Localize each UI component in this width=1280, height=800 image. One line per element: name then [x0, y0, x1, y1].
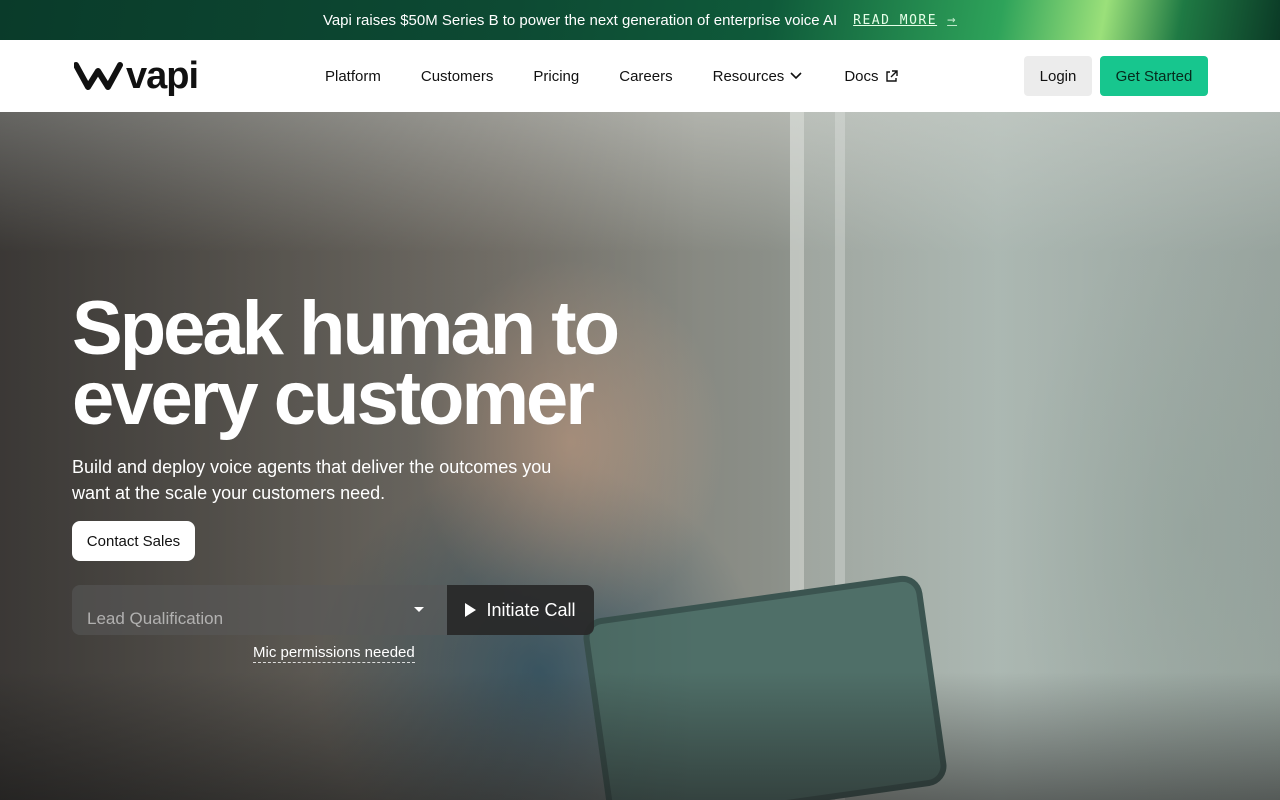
contact-sales-button[interactable]: Contact Sales	[72, 521, 195, 561]
hero-headline: Speak human to every customer	[72, 291, 632, 437]
nav-pricing[interactable]: Pricing	[533, 68, 579, 85]
logo-text: vapi	[126, 55, 199, 97]
use-case-select[interactable]: Lead Qualification	[72, 585, 447, 635]
nav-careers[interactable]: Careers	[619, 68, 672, 85]
nav-customers[interactable]: Customers	[421, 68, 494, 85]
announcement-bar: Vapi raises $50M Series B to power the n…	[0, 0, 1280, 40]
mic-permissions-link[interactable]: Mic permissions needed	[253, 644, 415, 663]
get-started-button[interactable]: Get Started	[1100, 56, 1208, 96]
hero-subhead: Build and deploy voice agents that deliv…	[72, 457, 552, 503]
arrow-right-icon: →	[947, 12, 958, 28]
play-icon	[465, 603, 477, 617]
read-more-link[interactable]: READ MORE →	[853, 12, 957, 28]
caret-down-icon	[414, 607, 424, 612]
initiate-call-label: Initiate Call	[486, 599, 576, 620]
login-button[interactable]: Login	[1024, 56, 1092, 96]
top-nav: vapi Platform Customers Pricing Careers …	[0, 40, 1280, 112]
hero-headline-line2: every customer	[72, 356, 595, 441]
read-more-label: READ MORE	[853, 12, 938, 28]
chevron-down-icon	[790, 72, 802, 80]
demo-call-widget: Lead Qualification Initiate Call	[72, 585, 594, 635]
initiate-call-button[interactable]: Initiate Call	[447, 585, 594, 635]
nav-platform[interactable]: Platform	[325, 68, 381, 85]
announcement-text: Vapi raises $50M Series B to power the n…	[322, 11, 838, 29]
wave-logo-icon	[74, 62, 123, 90]
nav-docs[interactable]: Docs	[844, 67, 898, 85]
nav-links: Platform Customers Pricing Careers Resou…	[325, 40, 898, 112]
external-link-icon	[885, 69, 898, 82]
nav-docs-label: Docs	[844, 67, 879, 85]
nav-resources-label: Resources	[712, 67, 785, 85]
logo[interactable]: vapi	[74, 55, 199, 97]
nav-actions: Login Get Started	[1024, 56, 1208, 96]
use-case-select-value: Lead Qualification	[87, 609, 224, 628]
nav-resources[interactable]: Resources	[713, 68, 803, 85]
hero-section: Speak human to every customer Build and …	[0, 112, 1280, 800]
